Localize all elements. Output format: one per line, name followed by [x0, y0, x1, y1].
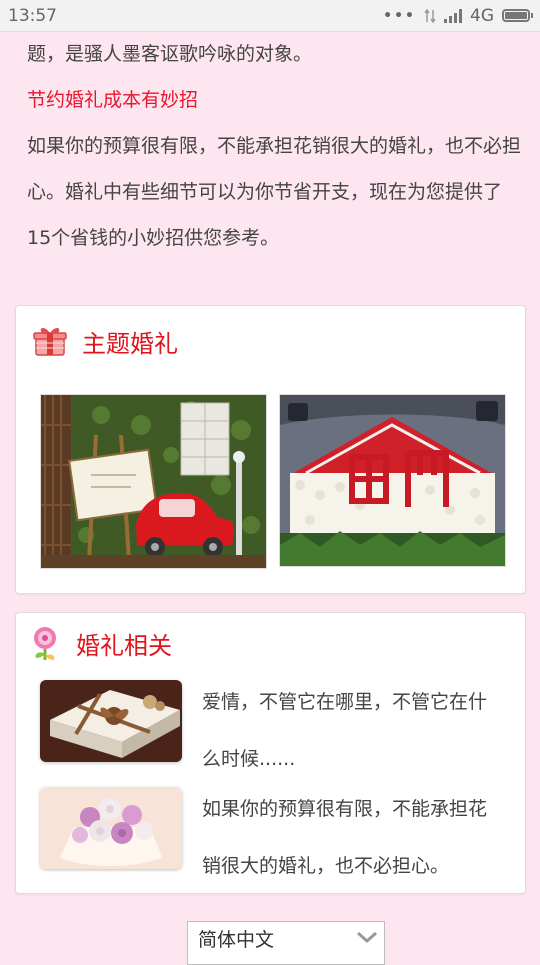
intro-paragraph: 如果你的预算很有限，不能承担花销很大的婚礼，也不必担心。婚礼中有些细节可以为你节… [27, 135, 522, 249]
rose-car-decoration-photo[interactable] [279, 394, 506, 567]
intro-line: 题，是骚人墨客讴歌吟咏的对象。 [27, 43, 313, 65]
list-item-text[interactable]: 爱情，不管它在哪里，不管它在什么时候...... [202, 674, 502, 788]
card-header: 主题婚礼 [16, 306, 525, 376]
theme-image-row [40, 394, 506, 569]
network-type: 4G [470, 5, 494, 26]
article-intro: 题，是骚人墨客讴歌吟咏的对象。 节约婚礼成本有妙招 如果你的预算很有限，不能承担… [27, 32, 522, 261]
list-item[interactable]: 爱情，不管它在哪里，不管它在什么时候...... [40, 680, 487, 770]
gift-icon [33, 328, 67, 356]
chevron-down-icon [357, 931, 377, 944]
bridal-bouquet-photo[interactable] [40, 787, 182, 869]
status-icons: ••• 4G [383, 5, 533, 26]
language-select[interactable]: 简体中文 [187, 921, 385, 965]
list-item-text[interactable]: 如果你的预算很有限，不能承担花销很大的婚礼，也不必担心。 [202, 781, 502, 895]
notification-dots: ••• [383, 7, 416, 24]
data-transfer-icon [424, 8, 436, 23]
card-header: 婚礼相关 [16, 613, 525, 673]
battery-icon [502, 9, 533, 22]
lollipop-flower-icon [34, 627, 56, 660]
theme-wedding-card: 主题婚礼 [15, 305, 526, 594]
card-title: 主题婚礼 [82, 329, 178, 358]
list-item[interactable]: 如果你的预算很有限，不能承担花销很大的婚礼，也不必担心。 [40, 787, 487, 877]
wedding-car-decoration-photo[interactable] [40, 394, 267, 569]
status-bar: 13:57 ••• 4G [0, 0, 540, 32]
section-heading[interactable]: 节约婚礼成本有妙招 [27, 77, 522, 123]
status-time: 13:57 [8, 5, 57, 26]
card-title: 婚礼相关 [76, 631, 172, 660]
gift-box-photo[interactable] [40, 680, 182, 762]
language-select-value: 简体中文 [198, 929, 275, 951]
signal-icon [444, 8, 462, 23]
wedding-related-card: 婚礼相关 爱情，不管它在哪里，不管它在什么时候...... 如果你的预算很有限，… [15, 612, 526, 894]
